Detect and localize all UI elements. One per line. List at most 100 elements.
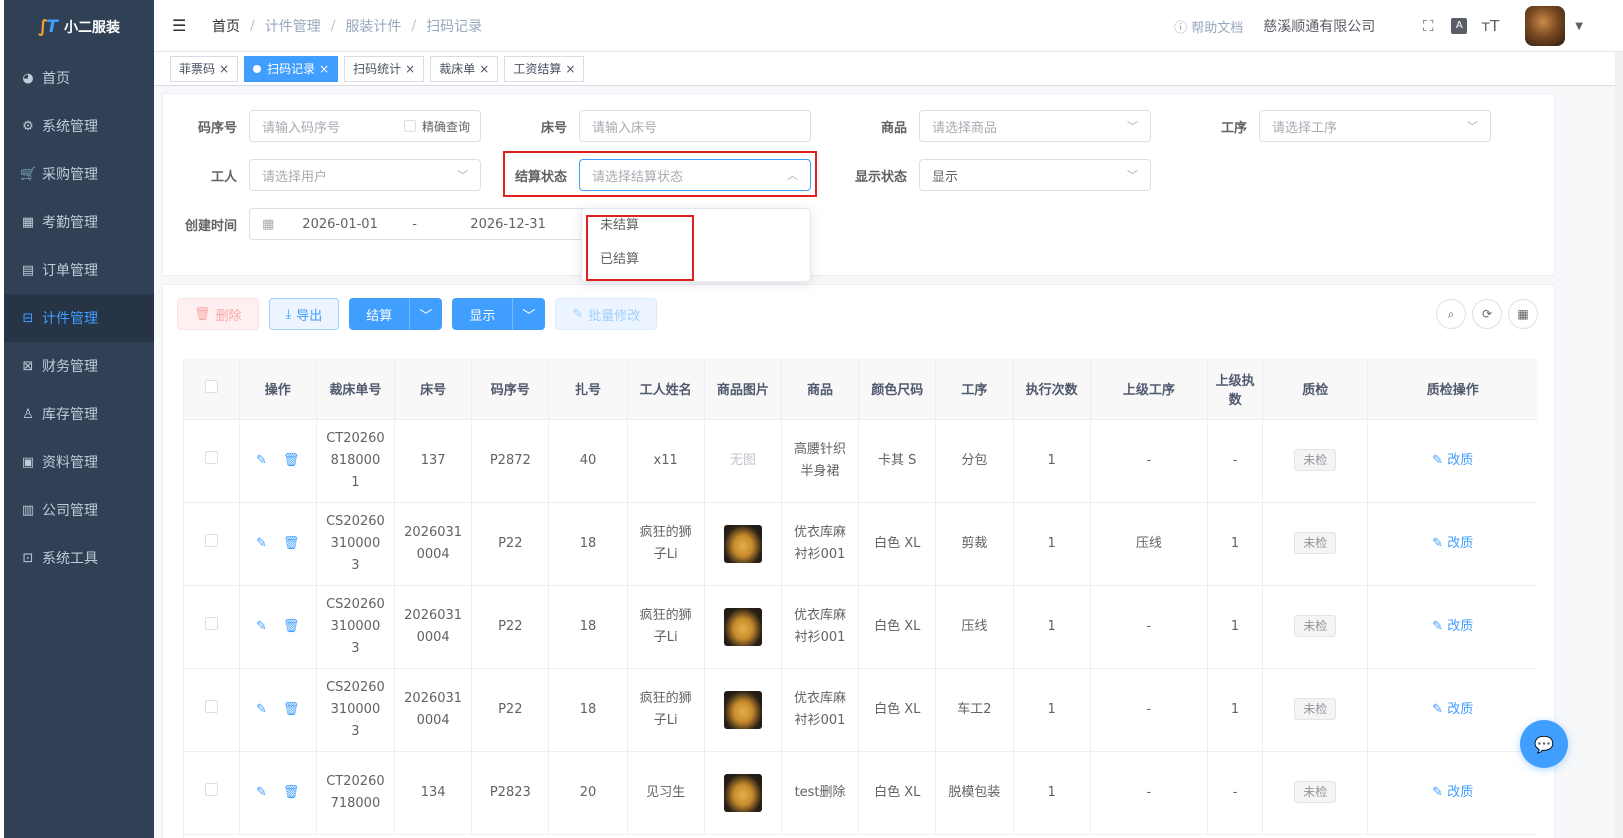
column-header: 码序号 [471, 359, 550, 420]
column-header[interactable] [184, 359, 240, 420]
edit-icon[interactable]: ✎ [256, 616, 267, 638]
cell-qc-action: ✎ 改质 [1367, 751, 1537, 835]
close-icon[interactable]: × [319, 62, 329, 76]
chat-button[interactable]: 💬 [1520, 720, 1568, 768]
delete-icon[interactable]: 🗑 [283, 699, 300, 721]
sidebar-item[interactable]: ▣ 资料管理 [4, 438, 154, 486]
close-icon[interactable]: × [479, 62, 489, 76]
sidebar-item[interactable]: ◕ 首页 [4, 54, 154, 102]
sidebar-item[interactable]: ⊟ 计件管理 [4, 294, 154, 342]
close-icon[interactable]: × [565, 62, 575, 76]
settle-split-button: 结算 ﹀ [349, 298, 443, 330]
product-thumbnail[interactable] [723, 773, 762, 812]
column-header: 操作 [239, 359, 317, 420]
table-row: ✎ 🗑 CS20260310000 3 20260310004 P22 18 疯狂的狮子Li… [184, 585, 1537, 669]
main-content: 码序号 请输入码序号 精确查询 床号 请输入床号 商品 请选择商品 ﹀ 工序 请… [154, 86, 1623, 838]
change-quality-link[interactable]: ✎ 改质 [1432, 536, 1473, 551]
app-logo[interactable]: ∫T 小二服装 [4, 0, 154, 54]
column-header: 质检操作 [1367, 359, 1537, 420]
row-checkbox[interactable] [204, 616, 218, 630]
change-quality-link[interactable]: ✎ 改质 [1432, 702, 1473, 717]
close-icon[interactable]: × [219, 62, 229, 76]
row-checkbox[interactable] [204, 782, 218, 796]
sidebar-item[interactable]: ▦ 考勤管理 [4, 198, 154, 246]
product-select[interactable]: 请选择商品 ﹀ [919, 110, 1151, 142]
cell-bundle: 18 [548, 585, 628, 669]
cell-process: 车工2 [935, 668, 1014, 752]
settle-dropdown-button[interactable]: ﹀ [409, 298, 443, 330]
breadcrumb-piecework[interactable]: 计件管理 [265, 16, 321, 36]
edit-icon[interactable]: ✎ [256, 782, 267, 804]
delete-icon[interactable]: 🗑 [283, 450, 300, 472]
date-start[interactable]: 2026-01-01 [302, 217, 412, 232]
refresh-button[interactable]: ⟳ [1472, 299, 1502, 329]
select-all-checkbox[interactable] [204, 380, 218, 394]
delete-button[interactable]: 🗑 删除 [177, 298, 259, 330]
avatar[interactable] [1525, 6, 1566, 46]
process-select[interactable]: 请选择工序 ﹀ [1259, 110, 1491, 142]
columns-button[interactable]: ▦ [1508, 299, 1538, 329]
cell-qc-action: ✎ 改质 [1367, 419, 1537, 503]
cell-parent-process: - [1090, 668, 1209, 752]
sidebar-item[interactable]: ▥ 公司管理 [4, 486, 154, 534]
column-header: 质检 [1262, 359, 1369, 420]
search-toggle-button[interactable]: ⌕ [1436, 299, 1466, 329]
settle-button[interactable]: 结算 [349, 298, 410, 330]
date-range-picker[interactable]: ▦ 2026-01-01 - 2026-12-31 [249, 208, 589, 240]
cell-qc: 未检 [1262, 502, 1369, 586]
font-size-icon[interactable]: ᴛT [1481, 17, 1499, 35]
code-input[interactable]: 请输入码序号 精确查询 [249, 110, 481, 142]
table-panel: 🗑 删除 ⤓ 导出 结算 ﹀ 显示 ﹀ ✎ 批量修改 ⌕ ⟳ ▦ 操作 裁床单号 床号 码序… [162, 284, 1555, 838]
breadcrumb-home[interactable]: 首页 [212, 16, 240, 36]
tab-tag[interactable]: 扫码记录 × [244, 55, 339, 82]
change-quality-link[interactable]: ✎ 改质 [1432, 619, 1473, 634]
sidebar-item[interactable]: ⊡ 系统工具 [4, 534, 154, 582]
page-scrollbar[interactable] [1615, 52, 1623, 838]
tab-tag[interactable]: 菲票码 × [170, 55, 239, 82]
change-quality-link[interactable]: ✎ 改质 [1432, 453, 1473, 468]
delete-icon[interactable]: 🗑 [283, 616, 300, 638]
precise-checkbox[interactable]: 精确查询 [403, 118, 470, 135]
product-thumbnail[interactable] [723, 690, 762, 729]
logo-icon: ∫T [38, 17, 58, 37]
row-checkbox[interactable] [204, 450, 218, 464]
sidebar-item[interactable]: ▤ 订单管理 [4, 246, 154, 294]
bed-input[interactable]: 请输入床号 [579, 110, 811, 142]
edit-icon[interactable]: ✎ [256, 450, 267, 472]
row-checkbox[interactable] [204, 699, 218, 713]
row-checkbox[interactable] [204, 533, 218, 547]
change-quality-link[interactable]: ✎ 改质 [1432, 785, 1473, 800]
worker-select[interactable]: 请选择用户 ﹀ [249, 159, 481, 191]
sidebar-item[interactable]: ♙ 库存管理 [4, 390, 154, 438]
tab-tag[interactable]: 裁床单 × [430, 55, 499, 82]
batch-edit-button[interactable]: ✎ 批量修改 [555, 298, 658, 330]
date-end[interactable]: 2026-12-31 [470, 217, 546, 232]
sidebar-item[interactable]: 🛒 采购管理 [4, 150, 154, 198]
delete-icon[interactable]: 🗑 [283, 782, 300, 804]
delete-icon[interactable]: 🗑 [283, 533, 300, 555]
close-icon[interactable]: × [405, 62, 415, 76]
help-docs-link[interactable]: ⓘ 帮助文档 [1174, 17, 1243, 36]
edit-icon[interactable]: ✎ [256, 533, 267, 555]
tab-tag[interactable]: 工资结算 × [504, 55, 585, 82]
language-icon[interactable]: A [1451, 18, 1468, 34]
sidebar-item[interactable]: ⚙ 系统管理 [4, 102, 154, 150]
export-button[interactable]: ⤓ 导出 [268, 298, 340, 330]
caret-down-icon[interactable]: ▼ [1575, 21, 1583, 32]
column-header: 裁床单号 [316, 359, 396, 420]
tab-tag[interactable]: 扫码统计 × [344, 55, 425, 82]
hamburger-icon[interactable]: ☰ [172, 16, 190, 35]
edit-icon[interactable]: ✎ [256, 699, 267, 721]
display-dropdown-button[interactable]: ﹀ [512, 298, 546, 330]
table-row: ✎ 🗑 CT20260718000 134 P2823 20 见习生 test删除 白色 XL 脱… [184, 751, 1537, 835]
cell-qc-action: ✎ 改质 [1367, 585, 1537, 669]
product-thumbnail[interactable] [723, 524, 762, 563]
display-button[interactable]: 显示 [452, 298, 513, 330]
display-status-select[interactable]: 显示 ﹀ [919, 159, 1151, 191]
sidebar-item[interactable]: ⊠ 财务管理 [4, 342, 154, 390]
cell-parent-count: - [1207, 419, 1264, 503]
product-thumbnail[interactable] [723, 607, 762, 646]
cell-qc: 未检 [1262, 419, 1369, 503]
fullscreen-icon[interactable]: ⛶ [1419, 17, 1437, 35]
breadcrumb-garment[interactable]: 服装计件 [345, 16, 401, 36]
